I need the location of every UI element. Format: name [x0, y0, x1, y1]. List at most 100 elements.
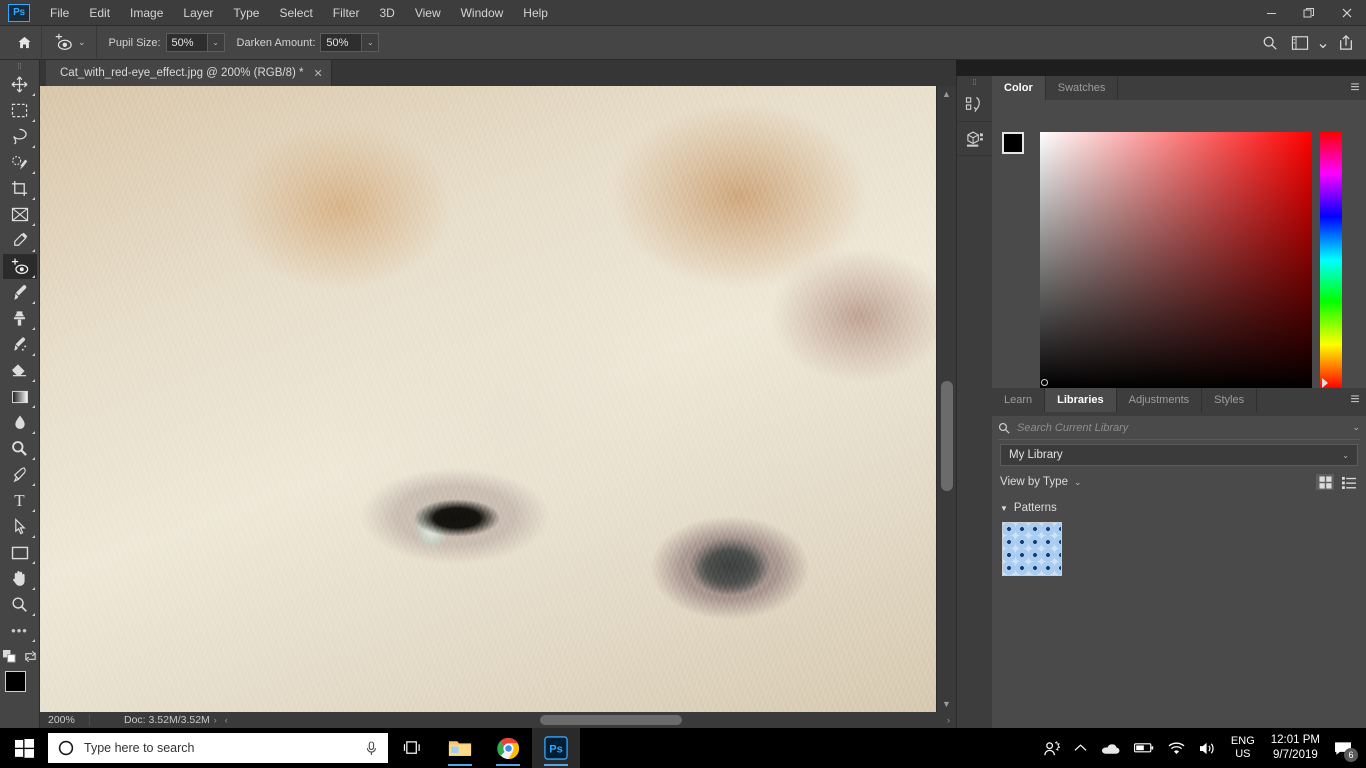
cat-face-photo[interactable] [40, 86, 936, 712]
grid-view-icon[interactable] [1316, 474, 1334, 490]
library-search-bar[interactable]: Search Current Library ⌄ [998, 416, 1360, 440]
workspace-icon[interactable] [1286, 29, 1314, 57]
view-by-type-label[interactable]: View by Type [1000, 476, 1068, 488]
home-icon[interactable] [8, 25, 42, 60]
tool-crop-tool[interactable] [3, 176, 37, 201]
darken-amount-input[interactable]: 50% [320, 33, 363, 52]
volume-icon[interactable] [1192, 728, 1223, 768]
tool-history-brush-tool[interactable] [3, 332, 37, 357]
tab-swatches[interactable]: Swatches [1045, 76, 1119, 100]
tool-path-selection-tool[interactable] [3, 514, 37, 539]
canvas-area[interactable] [40, 86, 956, 712]
group-collapse-arrow-icon[interactable]: ▼ [1000, 504, 1008, 513]
menu-layer[interactable]: Layer [173, 2, 223, 24]
battery-icon[interactable] [1127, 728, 1161, 768]
tab-color[interactable]: Color [992, 76, 1046, 100]
google-chrome-icon[interactable] [484, 728, 532, 768]
tool-rectangle-tool[interactable] [3, 540, 37, 565]
chevron-down-icon[interactable]: ⌄ [1316, 29, 1330, 57]
tab-libraries[interactable]: Libraries [1045, 388, 1117, 412]
document-tab[interactable]: Cat_with_red-eye_effect.jpg @ 200% (RGB/… [46, 60, 332, 86]
tool-clone-stamp-tool[interactable] [3, 306, 37, 331]
tool-rectangular-marquee-tool[interactable] [3, 98, 37, 123]
tool-preset-picker[interactable]: ⌄ [42, 25, 97, 60]
color-panel-menu-icon[interactable]: ≡ [1344, 76, 1366, 100]
pupil-size-input[interactable]: 50% [165, 33, 208, 52]
chevron-down-icon[interactable]: ⌄ [1074, 477, 1082, 488]
tool-eyedropper-tool[interactable] [3, 228, 37, 253]
tool-red-eye-tool[interactable] [2, 254, 37, 279]
document-size[interactable]: Doc: 3.52M/3.52M [90, 714, 210, 726]
zoom-level[interactable]: 200% [40, 714, 90, 726]
tool-gradient-tool[interactable] [3, 384, 37, 409]
library-search-input[interactable]: Search Current Library [1017, 422, 1345, 434]
file-explorer-icon[interactable] [436, 728, 484, 768]
tool-lasso-tool[interactable] [3, 124, 37, 149]
minimize-button[interactable] [1252, 0, 1290, 26]
tab-styles[interactable]: Styles [1202, 388, 1258, 412]
people-icon[interactable] [1036, 728, 1067, 768]
tool-move-tool[interactable] [3, 72, 37, 97]
tool-brush-tool[interactable] [3, 280, 37, 305]
menu-edit[interactable]: Edit [79, 2, 120, 24]
tool-frame-tool[interactable] [3, 202, 37, 227]
status-prev-icon[interactable]: ‹ [221, 715, 232, 725]
status-scroll-right-icon[interactable]: › [947, 715, 950, 725]
default-colors-icon[interactable] [2, 650, 16, 663]
tool-blur-tool[interactable] [3, 410, 37, 435]
windows-start-icon[interactable] [0, 728, 48, 768]
rail-grip[interactable]: ⁞⁞ [972, 76, 976, 88]
libraries-panel-menu-icon[interactable]: ≡ [1344, 388, 1366, 412]
clock[interactable]: 12:01 PM 9/7/2019 [1263, 733, 1328, 763]
chevron-down-icon[interactable]: ⌄ [1352, 422, 1360, 433]
status-next-icon[interactable]: › [210, 715, 221, 725]
onedrive-cloud-icon[interactable] [1094, 728, 1127, 768]
menu-type[interactable]: Type [223, 2, 269, 24]
restore-button[interactable] [1290, 0, 1328, 26]
search-icon[interactable] [1256, 29, 1284, 57]
microphone-icon[interactable] [365, 740, 378, 756]
blue-polka-dot-pattern[interactable] [1002, 522, 1062, 576]
scroll-up-icon[interactable]: ▲ [937, 86, 956, 102]
canvas-vertical-scrollbar[interactable]: ▲ ▼ [936, 86, 956, 712]
menu-view[interactable]: View [405, 2, 451, 24]
tool-hand-tool[interactable] [3, 566, 37, 591]
scroll-down-icon[interactable]: ▼ [937, 696, 956, 712]
notifications-icon[interactable]: 6 [1328, 728, 1362, 768]
share-icon[interactable] [1332, 29, 1360, 57]
show-hidden-icons-icon[interactable] [1067, 728, 1094, 768]
list-view-icon[interactable] [1340, 474, 1358, 490]
toolbar-grip[interactable]: ⁞⁞ [0, 60, 39, 72]
tool-edit-toolbar-more[interactable]: ••• [3, 618, 37, 643]
tool-eraser-tool[interactable] [3, 358, 37, 383]
history-panel-icon[interactable] [956, 88, 993, 122]
tool-pen-tool[interactable] [3, 462, 37, 487]
tool-type-tool[interactable]: T [3, 488, 37, 513]
menu-filter[interactable]: Filter [323, 2, 370, 24]
vertical-scroll-thumb[interactable] [941, 381, 953, 491]
tab-adjustments[interactable]: Adjustments [1116, 388, 1203, 412]
pupil-size-chevron-icon[interactable]: ⌄ [207, 33, 225, 52]
tool-quick-selection-tool[interactable] [3, 150, 37, 175]
tool-dodge-tool[interactable] [3, 436, 37, 461]
library-group-patterns[interactable]: ▼ Patterns [1000, 502, 1366, 514]
hue-slider[interactable] [1320, 132, 1342, 388]
color-spectrum-field[interactable] [1040, 132, 1312, 388]
menu-3d[interactable]: 3D [369, 2, 404, 24]
swap-colors-icon[interactable] [24, 650, 37, 663]
photoshop-icon[interactable]: Ps [532, 728, 580, 768]
close-button[interactable] [1328, 0, 1366, 26]
menu-file[interactable]: File [40, 2, 79, 24]
menu-window[interactable]: Window [451, 2, 514, 24]
chevron-down-icon[interactable]: ⌄ [78, 37, 86, 48]
horizontal-scroll-thumb[interactable] [540, 715, 682, 725]
close-icon[interactable]: ✕ [314, 67, 323, 80]
color-panel-swatches[interactable] [1002, 132, 1037, 168]
toolbar-color-swatches[interactable] [3, 669, 38, 709]
tool-zoom-tool[interactable] [3, 592, 37, 617]
panel-foreground-color-swatch[interactable] [1002, 132, 1024, 154]
language-indicator[interactable]: ENG US [1223, 735, 1263, 761]
tab-learn[interactable]: Learn [992, 388, 1046, 412]
taskbar-search-input[interactable]: Type here to search [84, 741, 355, 755]
menu-image[interactable]: Image [120, 2, 173, 24]
